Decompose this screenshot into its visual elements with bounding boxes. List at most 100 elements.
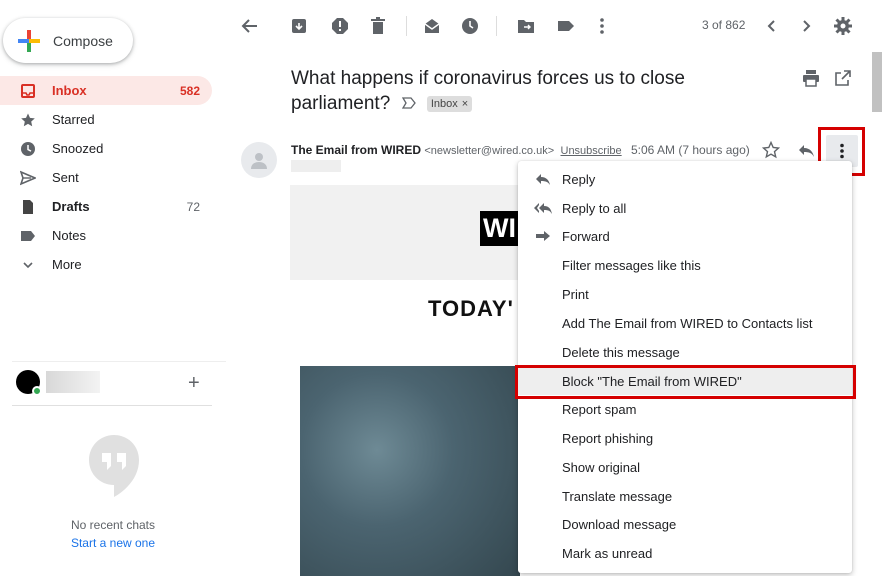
menu-item-translate[interactable]: Translate message — [518, 482, 852, 510]
menu-item-label: Reply — [562, 171, 596, 187]
delete-icon[interactable] — [368, 16, 388, 36]
sidebar-item-more[interactable]: More — [0, 250, 212, 279]
menu-item-mark-unread[interactable]: Mark as unread — [518, 539, 852, 567]
print-icon[interactable] — [800, 67, 822, 89]
sender-name[interactable]: The Email from WIRED — [291, 143, 421, 157]
sidebar: Compose Inbox 582 Starred Snoozed Sent D… — [0, 0, 226, 576]
sidebar-item-label: Snoozed — [52, 141, 104, 156]
inbox-label-chip: Inbox × — [426, 95, 473, 112]
snooze-clock-icon[interactable] — [460, 16, 480, 36]
scrollbar[interactable] — [872, 52, 882, 112]
back-arrow-icon[interactable] — [240, 16, 260, 36]
chat-user[interactable] — [16, 370, 100, 396]
hangouts-quote-icon — [86, 433, 142, 499]
more-vertical-icon[interactable] — [592, 16, 612, 36]
sender-email: <newsletter@wired.co.uk> — [424, 145, 555, 157]
label-icon — [20, 228, 36, 244]
star-icon — [20, 112, 36, 128]
divider — [12, 361, 226, 362]
sidebar-item-label: Inbox — [52, 83, 87, 98]
wired-logo: WI — [480, 211, 520, 246]
mark-unread-icon[interactable] — [422, 16, 442, 36]
menu-item-label: Forward — [562, 228, 610, 244]
drafts-count: 72 — [186, 199, 200, 214]
sender-line: The Email from WIRED <newsletter@wired.c… — [291, 143, 622, 157]
online-status-dot — [32, 386, 42, 396]
menu-item-label: Reply to all — [562, 200, 627, 216]
add-chat-icon[interactable]: + — [188, 372, 200, 395]
blurred-recipient — [291, 160, 341, 172]
menu-item-label: Block "The Email from WIRED" — [562, 373, 742, 389]
menu-item-reply[interactable]: Reply — [518, 165, 852, 193]
open-new-window-icon[interactable] — [832, 67, 854, 89]
compose-button[interactable]: Compose — [3, 18, 133, 63]
email-subject: What happens if coronavirus forces us to… — [291, 66, 761, 116]
start-new-chat-link[interactable]: Start a new one — [0, 536, 226, 550]
message-timestamp: 5:06 AM (7 hours ago) — [631, 143, 750, 157]
sidebar-item-drafts[interactable]: Drafts 72 — [0, 192, 212, 221]
sidebar-item-label: Drafts — [52, 199, 90, 214]
menu-item-download[interactable]: Download message — [518, 510, 852, 538]
sidebar-item-notes[interactable]: Notes — [0, 221, 212, 250]
chevron-left-icon[interactable] — [762, 16, 782, 36]
sidebar-item-starred[interactable]: Starred — [0, 105, 212, 134]
sidebar-item-snoozed[interactable]: Snoozed — [0, 134, 212, 163]
menu-item-forward[interactable]: Forward — [518, 222, 852, 250]
chevron-down-icon — [20, 257, 36, 273]
sender-avatar — [241, 142, 277, 178]
sidebar-item-inbox[interactable]: Inbox 582 — [0, 76, 212, 105]
pagination-text: 3 of 862 — [702, 18, 746, 32]
menu-item-label: Mark as unread — [562, 545, 653, 561]
forward-icon — [534, 227, 552, 245]
menu-item-report-phishing[interactable]: Report phishing — [518, 424, 852, 452]
reply-all-icon — [534, 199, 552, 217]
importance-marker-icon[interactable] — [401, 91, 416, 116]
unread-count: 582 — [179, 83, 200, 98]
reply-icon[interactable] — [795, 139, 817, 161]
menu-item-label: Report spam — [562, 401, 637, 417]
sidebar-nav: Inbox 582 Starred Snoozed Sent Drafts 72… — [0, 76, 212, 279]
unsubscribe-link[interactable]: Unsubscribe — [561, 145, 622, 157]
move-to-folder-icon[interactable] — [516, 16, 536, 36]
archive-icon[interactable] — [289, 16, 309, 36]
label-tag-icon[interactable] — [556, 16, 576, 36]
divider — [406, 16, 407, 36]
menu-item-filter[interactable]: Filter messages like this — [518, 251, 852, 279]
draft-icon — [20, 199, 36, 215]
menu-item-label: Report phishing — [562, 430, 654, 446]
no-recent-chats-text: No recent chats — [70, 518, 156, 532]
blurred-username — [46, 371, 100, 393]
message-toolbar: 3 of 862 — [226, 0, 882, 52]
inbox-icon — [20, 83, 36, 99]
menu-item-label: Download message — [562, 516, 677, 532]
chevron-right-icon[interactable] — [796, 16, 816, 36]
send-icon — [20, 170, 36, 186]
menu-item-report-spam[interactable]: Report spam — [518, 395, 852, 423]
clock-icon — [20, 141, 36, 157]
avatar — [16, 370, 42, 396]
menu-item-label: Delete this message — [562, 344, 680, 360]
menu-item-print[interactable]: Print — [518, 280, 852, 308]
divider — [12, 405, 212, 406]
report-spam-icon[interactable] — [330, 16, 350, 36]
email-hero-image — [300, 366, 520, 576]
divider — [496, 16, 497, 36]
menu-item-show-original[interactable]: Show original — [518, 453, 852, 481]
menu-item-add-contact[interactable]: Add The Email from WIRED to Contacts lis… — [518, 309, 852, 337]
more-vertical-icon — [840, 143, 844, 159]
sidebar-item-label: Notes — [52, 228, 86, 243]
sidebar-item-label: Starred — [52, 112, 95, 127]
menu-item-label: Translate message — [562, 488, 673, 504]
subject-text: What happens if coronavirus forces us to… — [291, 68, 685, 114]
sidebar-item-label: More — [52, 257, 82, 272]
menu-item-label: Show original — [562, 459, 641, 475]
menu-item-delete[interactable]: Delete this message — [518, 338, 852, 366]
menu-item-reply-all[interactable]: Reply to all — [518, 194, 852, 222]
sidebar-item-sent[interactable]: Sent — [0, 163, 212, 192]
star-outline-icon[interactable] — [760, 139, 782, 161]
settings-gear-icon[interactable] — [833, 16, 853, 36]
message-options-menu: Reply Reply to all Forward Filter messag… — [518, 161, 852, 573]
remove-label-icon[interactable]: × — [462, 98, 468, 110]
compose-plus-icon — [17, 29, 41, 53]
menu-item-block-sender[interactable]: Block "The Email from WIRED" — [518, 367, 852, 395]
